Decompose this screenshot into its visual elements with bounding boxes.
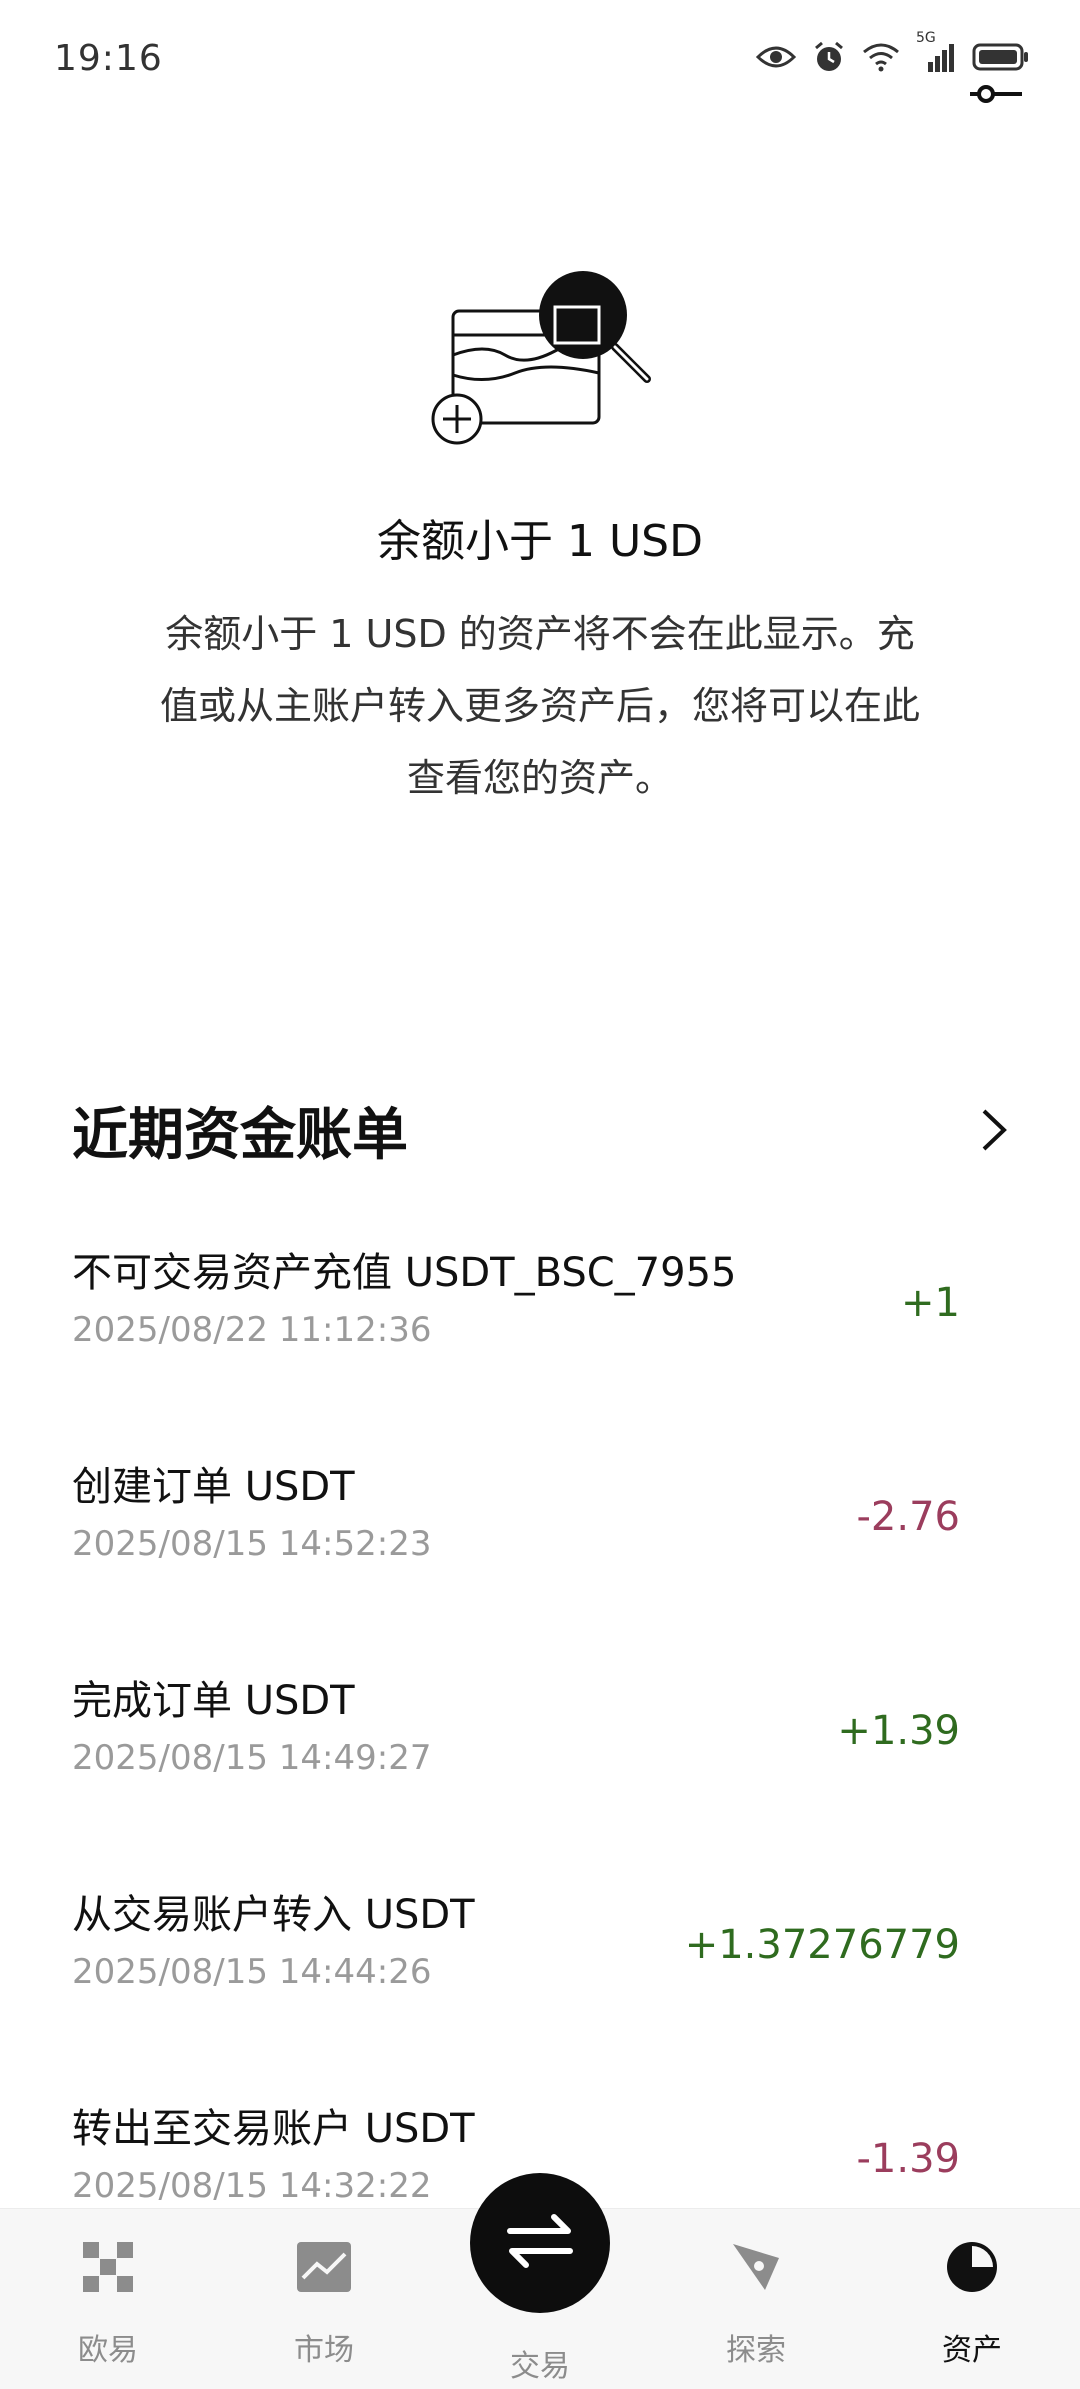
bill-title: 从交易账户转入 USDT bbox=[72, 1892, 475, 1938]
pie-chart-icon bbox=[944, 2239, 1000, 2295]
nav-label: 欧易 bbox=[78, 2333, 138, 2368]
wifi-icon bbox=[862, 42, 900, 72]
bill-amount: -1.39 bbox=[856, 2136, 961, 2182]
nav-item-market[interactable]: 市场 bbox=[254, 2239, 394, 2379]
bill-time: 2025/08/22 11:12:36 bbox=[72, 1310, 432, 1350]
empty-wallet-search-icon bbox=[425, 255, 665, 455]
status-icons: 5G bbox=[756, 30, 1030, 74]
bill-time: 2025/08/15 14:32:22 bbox=[72, 2166, 432, 2206]
list-item[interactable]: 创建订单 USDT 2025/08/15 14:52:23 -2.76 bbox=[72, 1454, 960, 1668]
nav-item-assets[interactable]: 资产 bbox=[902, 2239, 1042, 2379]
status-time: 19:16 bbox=[54, 38, 163, 79]
bill-title: 完成订单 USDT bbox=[72, 1678, 355, 1724]
okx-logo-icon bbox=[80, 2239, 136, 2295]
settings-icon[interactable] bbox=[968, 80, 1024, 108]
empty-state-description: 余额小于 1 USD 的资产将不会在此显示。充值或从主账户转入更多资产后，您将可… bbox=[159, 612, 920, 800]
bottom-nav: 欧易 市场 交易 探索 资产 bbox=[0, 2173, 1080, 2389]
trade-button[interactable] bbox=[470, 2173, 610, 2313]
recent-bills-title: 近期资金账单 bbox=[72, 1102, 408, 1168]
bill-time: 2025/08/15 14:52:23 bbox=[72, 1524, 432, 1564]
cellular-signal-icon: 5G bbox=[916, 30, 956, 72]
eye-icon bbox=[756, 43, 796, 71]
nav-label: 市场 bbox=[294, 2333, 354, 2368]
bill-time: 2025/08/15 14:49:27 bbox=[72, 1738, 432, 1778]
bill-amount: -2.76 bbox=[856, 1494, 961, 1540]
nav-label: 资产 bbox=[942, 2333, 1002, 2368]
list-item[interactable]: 从交易账户转入 USDT 2025/08/15 14:44:26 +1.3727… bbox=[72, 1882, 960, 2096]
nav-label-trade[interactable]: 交易 bbox=[470, 2341, 610, 2385]
compass-icon bbox=[728, 2239, 784, 2295]
list-item[interactable]: 不可交易资产充值 USDT_BSC_7955 2025/08/22 11:12:… bbox=[72, 1240, 960, 1454]
swap-arrows-icon bbox=[504, 2211, 576, 2275]
nav-label: 探索 bbox=[726, 2333, 786, 2368]
bill-list: 不可交易资产充值 USDT_BSC_7955 2025/08/22 11:12:… bbox=[72, 1240, 960, 2310]
nav-item-explore[interactable]: 探索 bbox=[686, 2239, 826, 2379]
chart-icon bbox=[296, 2239, 352, 2295]
bill-time: 2025/08/15 14:44:26 bbox=[72, 1952, 432, 1992]
battery-icon bbox=[972, 42, 1030, 72]
recent-bills-header[interactable]: 近期资金账单 bbox=[72, 1090, 1008, 1170]
bill-title: 创建订单 USDT bbox=[72, 1464, 355, 1510]
nav-item-okx[interactable]: 欧易 bbox=[38, 2239, 178, 2379]
bill-amount: +1.37276779 bbox=[684, 1922, 960, 1968]
bill-amount: +1.39 bbox=[837, 1708, 960, 1754]
alarm-icon bbox=[812, 40, 846, 74]
list-item[interactable]: 完成订单 USDT 2025/08/15 14:49:27 +1.39 bbox=[72, 1668, 960, 1882]
empty-state-title: 余额小于 1 USD bbox=[377, 516, 703, 567]
chevron-right-icon[interactable] bbox=[948, 1100, 1008, 1160]
status-bar: 19:16 5G bbox=[0, 0, 1080, 120]
bill-amount: +1 bbox=[901, 1280, 960, 1326]
bill-title: 不可交易资产充值 USDT_BSC_7955 bbox=[72, 1250, 737, 1296]
network-type-label: 5G bbox=[916, 30, 936, 46]
bill-title: 转出至交易账户 USDT bbox=[72, 2106, 475, 2152]
